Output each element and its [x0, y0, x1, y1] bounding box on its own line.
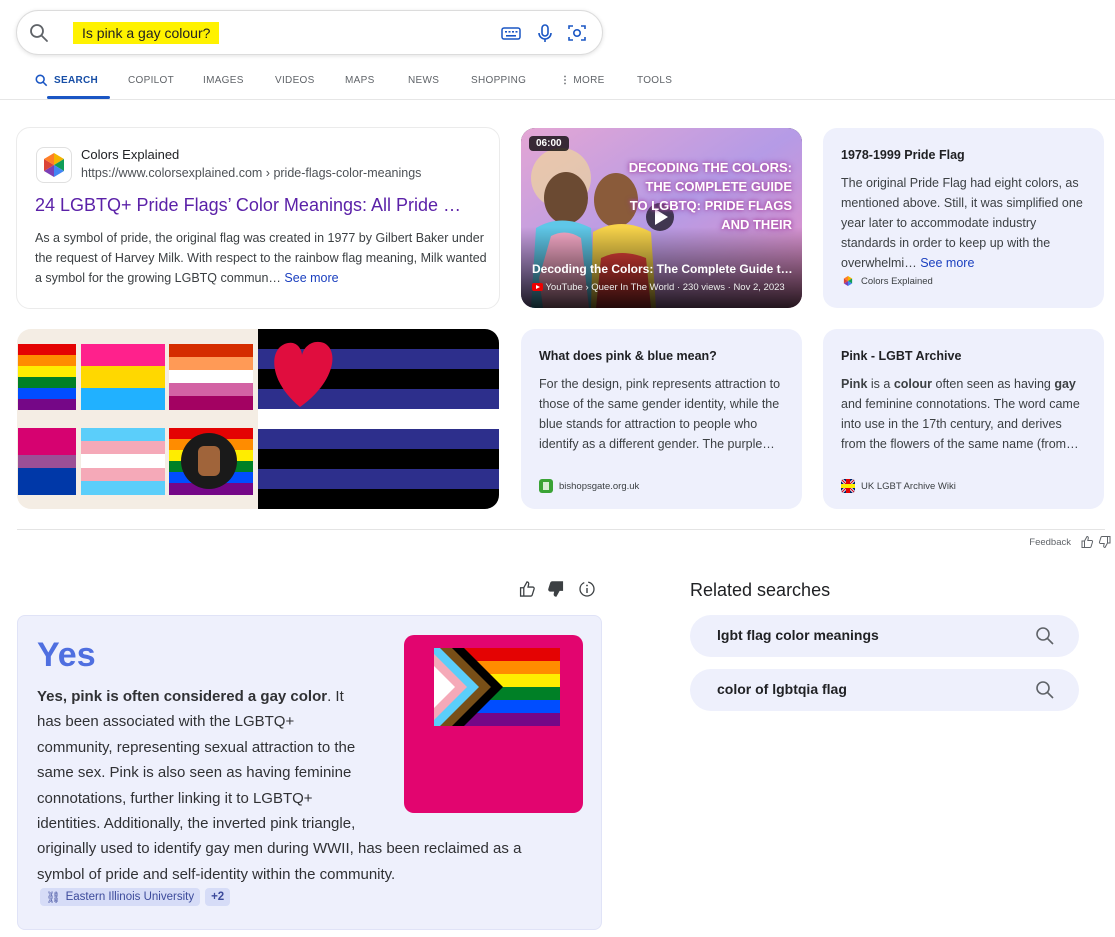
- search-tabs: SEARCH COPILOT IMAGES VIDEOS MAPS NEWS S…: [0, 62, 1115, 100]
- result-site-name: Colors Explained: [81, 147, 180, 162]
- section-divider: [17, 529, 1105, 530]
- result-url[interactable]: https://www.colorsexplained.com › pride-…: [81, 166, 421, 180]
- link-icon: ⛓: [46, 892, 61, 904]
- answer-thumbs-up-icon[interactable]: [518, 580, 536, 598]
- colors-explained-favicon: [36, 147, 72, 183]
- image-spacer: [356, 684, 562, 812]
- tab-news[interactable]: NEWS: [408, 75, 439, 86]
- youtube-icon: [532, 283, 543, 291]
- search-icon: [1036, 681, 1054, 699]
- more-sources-chip[interactable]: +2: [205, 888, 231, 906]
- related-searches-heading: Related searches: [690, 580, 831, 600]
- feedback-link[interactable]: Feedback: [1029, 537, 1071, 548]
- answer-card: Yes Yes, pink is often considered a gay …: [17, 615, 602, 930]
- tab-videos[interactable]: VIDEOS: [275, 75, 315, 86]
- related-search-item[interactable]: lgbt flag color meanings: [690, 615, 1079, 657]
- card-source[interactable]: UK LGBT Archive Wiki: [841, 479, 956, 493]
- search-icon: [1036, 627, 1054, 645]
- card-source[interactable]: Colors Explained: [841, 274, 933, 288]
- uk-lgbt-archive-favicon: [841, 479, 855, 493]
- video-overlay-text: DECODING THE COLORS: THE COMPLETE GUIDE …: [628, 160, 792, 232]
- answer-text: Yes, pink is often considered a gay colo…: [37, 684, 562, 887]
- video-meta: YouTube › Queer In The World · 230 views…: [532, 282, 785, 293]
- see-more-link[interactable]: See more: [920, 256, 974, 270]
- info-card-lgbt-archive[interactable]: Pink - LGBT Archive Pink is a colour oft…: [823, 329, 1104, 509]
- info-card-pride-flag[interactable]: 1978-1999 Pride Flag The original Pride …: [823, 128, 1104, 308]
- answer-headline: Yes: [37, 636, 96, 674]
- video-result-card[interactable]: DECODING THE COLORS: THE COMPLETE GUIDE …: [521, 128, 802, 308]
- result-title-link[interactable]: 24 LGBTQ+ Pride Flags’ Color Meanings: A…: [35, 195, 461, 216]
- video-title[interactable]: Decoding the Colors: The Complete Guide …: [532, 262, 794, 276]
- answer-citations: ⛓ Eastern Illinois University +2: [40, 888, 231, 906]
- tab-shopping[interactable]: SHOPPING: [471, 75, 526, 86]
- tab-tools[interactable]: TOOLS: [637, 75, 672, 86]
- search-input[interactable]: Is pink a gay colour?: [73, 22, 220, 44]
- info-card-pink-blue[interactable]: What does pink & blue mean? For the desi…: [521, 329, 802, 509]
- visual-search-icon[interactable]: [566, 22, 588, 44]
- card-source[interactable]: bishopsgate.org.uk: [539, 479, 639, 493]
- more-dots-icon: ⋮: [560, 75, 574, 86]
- answer-thumbs-down-icon[interactable]: [547, 580, 565, 598]
- bishopsgate-favicon: [539, 479, 553, 493]
- tab-more[interactable]: ⋮ MORE: [560, 75, 605, 86]
- related-search-item[interactable]: color of lgbtqia flag: [690, 669, 1079, 711]
- tab-maps[interactable]: MAPS: [345, 75, 375, 86]
- search-icon: [30, 24, 48, 42]
- see-more-link[interactable]: See more: [284, 271, 338, 285]
- colors-explained-favicon: [843, 276, 853, 286]
- pride-flags-image: [17, 329, 499, 509]
- tab-images[interactable]: IMAGES: [203, 75, 244, 86]
- citation-chip[interactable]: ⛓ Eastern Illinois University: [40, 888, 201, 906]
- video-duration: 06:00: [529, 136, 569, 151]
- answer-info-icon[interactable]: [578, 580, 596, 598]
- microphone-icon[interactable]: [534, 22, 556, 44]
- tab-copilot[interactable]: COPILOT: [128, 75, 174, 86]
- result-snippet: As a symbol of pride, the original flag …: [35, 231, 487, 285]
- keyboard-icon[interactable]: [500, 22, 522, 44]
- thumbs-down-icon[interactable]: [1098, 535, 1112, 549]
- image-collage[interactable]: [17, 329, 499, 509]
- thumbs-up-icon[interactable]: [1080, 535, 1094, 549]
- web-result-card[interactable]: Colors Explained https://www.colorsexpla…: [16, 127, 500, 309]
- search-bar[interactable]: Is pink a gay colour?: [16, 10, 603, 55]
- tab-search[interactable]: SEARCH: [35, 74, 111, 99]
- search-tab-icon: [35, 74, 48, 87]
